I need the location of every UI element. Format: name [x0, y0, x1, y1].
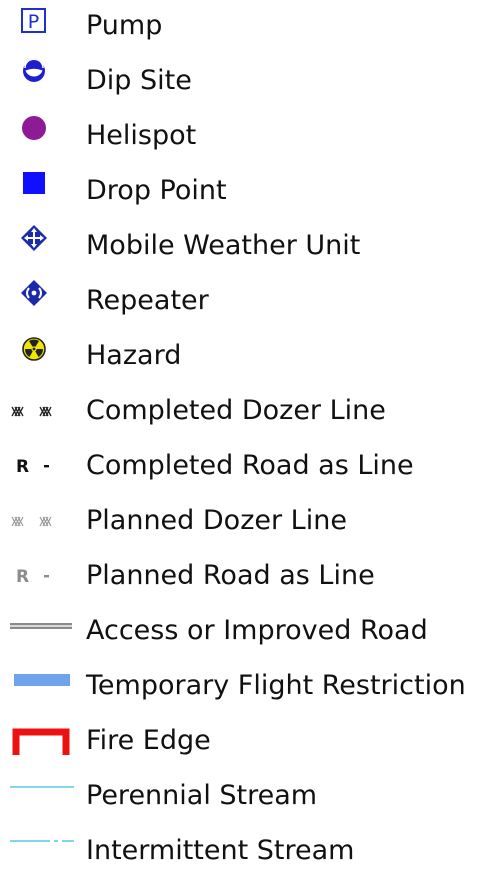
legend-label-planned-road-line: Planned Road as Line [86, 560, 375, 591]
legend-label-access-road: Access or Improved Road [86, 615, 428, 646]
road-letter-planned: R [16, 567, 29, 587]
legend-label-intermittent-stream: Intermittent Stream [86, 835, 355, 866]
hazard-icon [4, 330, 76, 385]
road-letter: R [16, 457, 29, 477]
legend-item-repeater: Repeater [0, 275, 484, 330]
legend-label-mobile-weather-unit: Mobile Weather Unit [86, 230, 361, 261]
legend-label-helispot: Helispot [86, 120, 197, 151]
completed-road-line-icon: R [4, 440, 76, 495]
legend-label-repeater: Repeater [86, 285, 209, 316]
legend-item-dip-site: Dip Site [0, 55, 484, 110]
legend-item-helispot: Helispot [0, 110, 484, 165]
legend-item-intermittent-stream: Intermittent Stream [0, 825, 484, 880]
legend-item-planned-dozer-line: Planned Dozer Line [0, 495, 484, 550]
legend-item-perennial-stream: Perennial Stream [0, 770, 484, 825]
dip-site-icon [4, 55, 76, 110]
perennial-stream-icon [4, 770, 76, 825]
legend-item-drop-point: Drop Point [0, 165, 484, 220]
completed-dozer-line-icon [4, 385, 76, 440]
pump-icon: P [4, 0, 76, 55]
legend-label-planned-dozer-line: Planned Dozer Line [86, 505, 347, 536]
repeater-icon [4, 275, 76, 330]
legend-label-dip-site: Dip Site [86, 65, 192, 96]
legend-label-hazard: Hazard [86, 340, 182, 371]
fire-edge-icon [4, 715, 76, 770]
tfr-icon [4, 660, 76, 715]
legend-item-pump: P Pump [0, 0, 484, 55]
legend-item-planned-road-line: R Planned Road as Line [0, 550, 484, 605]
legend-label-completed-road-line: Completed Road as Line [86, 450, 414, 481]
legend-item-hazard: Hazard [0, 330, 484, 385]
legend-item-access-road: Access or Improved Road [0, 605, 484, 660]
planned-road-line-icon: R [4, 550, 76, 605]
intermittent-stream-icon [4, 825, 76, 880]
legend-item-tfr: Temporary Flight Restriction [0, 660, 484, 715]
legend-label-tfr: Temporary Flight Restriction [86, 670, 466, 701]
drop-point-icon [4, 165, 76, 220]
legend-item-completed-road-line: R Completed Road as Line [0, 440, 484, 495]
legend-label-fire-edge: Fire Edge [86, 725, 211, 756]
legend-label-pump: Pump [86, 10, 163, 41]
legend-label-perennial-stream: Perennial Stream [86, 780, 318, 811]
planned-dozer-line-icon [4, 495, 76, 550]
legend-label-drop-point: Drop Point [86, 175, 227, 206]
pump-letter: P [28, 11, 39, 33]
legend-label-completed-dozer-line: Completed Dozer Line [86, 395, 386, 426]
legend-item-mobile-weather-unit: Mobile Weather Unit [0, 220, 484, 275]
legend-item-completed-dozer-line: Completed Dozer Line [0, 385, 484, 440]
legend-item-fire-edge: Fire Edge [0, 715, 484, 770]
helispot-icon [4, 110, 76, 165]
access-road-icon [4, 605, 76, 660]
mobile-weather-unit-icon [4, 220, 76, 275]
